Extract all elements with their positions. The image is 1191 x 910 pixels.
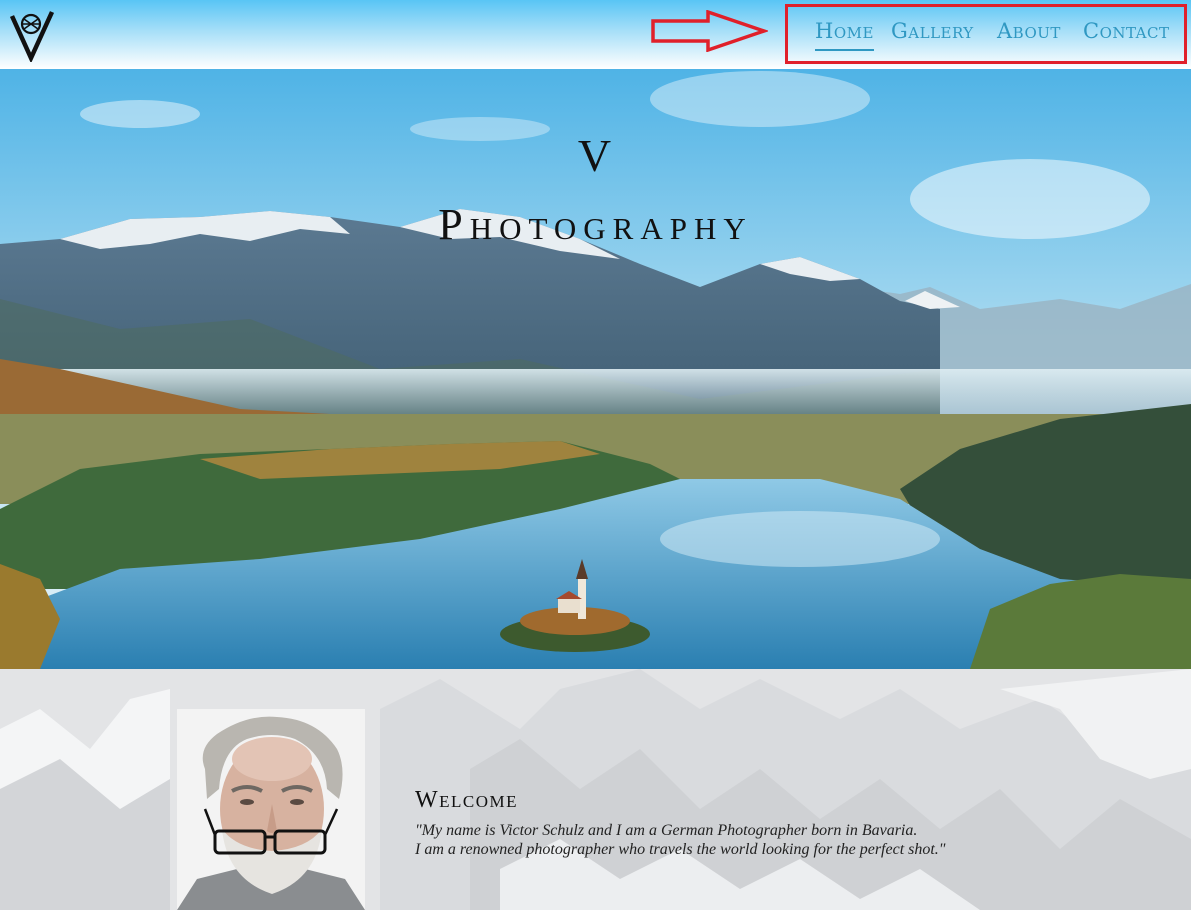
photographer-portrait bbox=[177, 709, 365, 910]
welcome-text-line1: "My name is Victor Schulz and I am a Ger… bbox=[415, 822, 918, 839]
welcome-text-line2: I am a renowned photographer who travels… bbox=[415, 841, 946, 858]
site-header: Home Gallery About Contact bbox=[0, 0, 1191, 69]
nav-gallery-link[interactable]: Gallery bbox=[891, 19, 974, 49]
hero-title-line1: V bbox=[577, 130, 614, 181]
hero-title-line2: Photography bbox=[438, 200, 753, 249]
welcome-heading: Welcome bbox=[415, 787, 519, 813]
photographer-portrait-photo bbox=[177, 709, 365, 910]
hero-banner: V Photography bbox=[0, 69, 1191, 669]
red-arrow-icon bbox=[651, 10, 768, 52]
welcome-text: "My name is Victor Schulz and I am a Ger… bbox=[415, 821, 946, 859]
nav-contact-link[interactable]: Contact bbox=[1083, 19, 1170, 49]
welcome-section: Welcome "My name is Victor Schulz and I … bbox=[0, 669, 1191, 910]
nav-about-link[interactable]: About bbox=[997, 19, 1061, 49]
v-monogram-logo-icon[interactable] bbox=[10, 10, 56, 62]
nav-home-link[interactable]: Home bbox=[815, 19, 874, 51]
